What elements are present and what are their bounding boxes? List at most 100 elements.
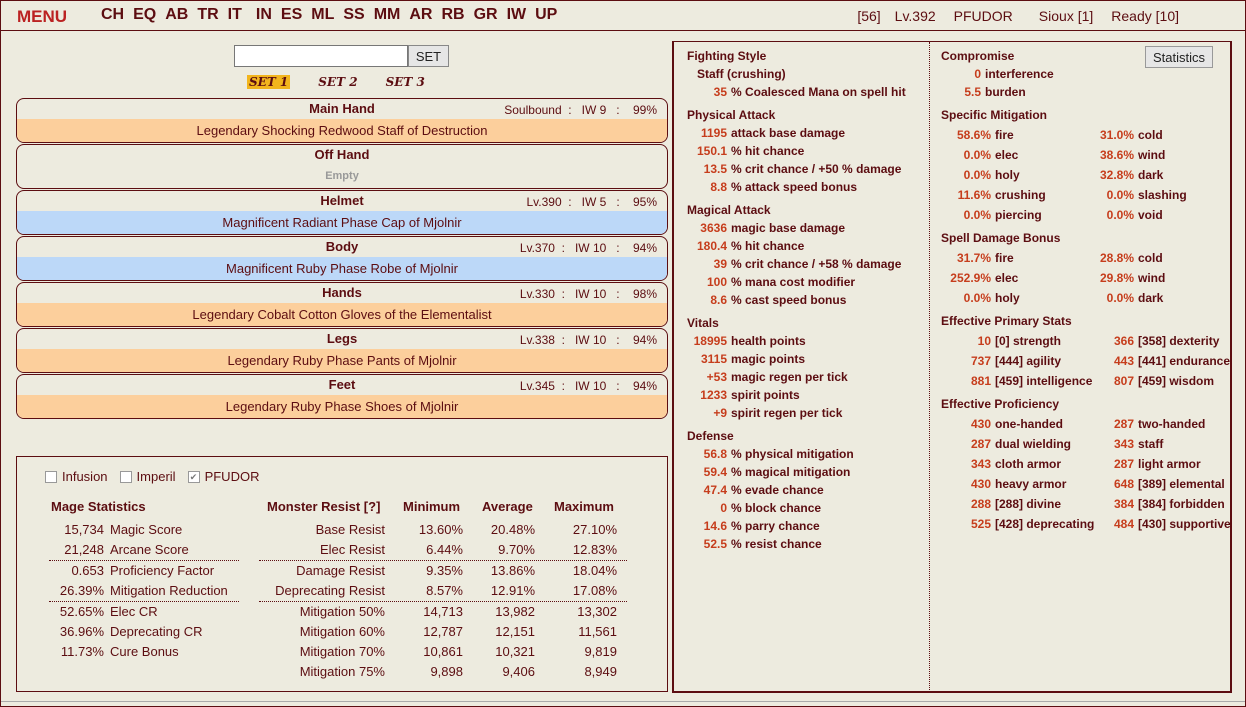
stat-label: % crit chance / +58 % damage [731,257,902,271]
stat-value: 484 [1113,517,1134,531]
stat-line: 11.6% crushing [941,188,1046,202]
nav-ss[interactable]: SS [343,6,364,24]
set-tab-2[interactable]: SET 2 [318,75,357,89]
slot-feet[interactable]: Feet Lv.345 : IW 10 : 94% Legendary Ruby… [16,374,668,419]
slot-off-hand[interactable]: Off Hand Empty [16,144,668,189]
stat-value: 737 [970,354,991,368]
stat-line: 56.8 % physical mitigation [687,447,854,461]
slot-hands[interactable]: Hands Lv.330 : IW 10 : 98% Legendary Cob… [16,282,668,327]
pfudor-label: PFUDOR [204,469,260,484]
set-name-input[interactable] [234,45,408,67]
slot-meta: Lv.345 : IW 10 : 94% [519,379,657,393]
stat-label: burden [985,85,1026,99]
stat-value: 430 [970,417,991,431]
set-button[interactable]: SET [408,45,449,67]
nav-es[interactable]: ES [281,6,302,24]
persona[interactable]: PFUDOR [954,8,1013,24]
imperil-option[interactable]: Imperil [119,469,176,484]
stat-value: 52.5 [703,537,727,551]
slot-helmet[interactable]: Helmet Lv.390 : IW 5 : 95% Magnificent R… [16,190,668,235]
stat-line: 1233 spirit points [687,388,800,402]
stat-label: % crit chance / +50 % damage [731,162,902,176]
nav-gr[interactable]: GR [474,6,498,24]
stat-value: 525 [970,517,991,531]
stat-line: 47.4 % evade chance [687,483,824,497]
slot-item[interactable]: Legendary Ruby Phase Pants of Mjolnir [17,349,667,372]
stat-value: 0.0% [963,291,991,305]
stat-value: 59.4 [703,465,727,479]
stat-value: 3636 [700,221,727,235]
stat-line: 1195 attack base damage [687,126,845,140]
nav-tr[interactable]: TR [197,6,218,24]
stat-label: [430] supportive [1138,517,1231,531]
section-heading: Vitals [687,316,719,330]
nav-ar[interactable]: AR [409,6,432,24]
infusion-option[interactable]: Infusion [45,469,108,484]
mage-stat-row: 52.65% Elec CR [59,604,158,619]
statistics-button[interactable]: Statistics [1145,46,1213,68]
stat-value: 343 [1113,437,1134,451]
stat-value: 8.8 [710,180,727,194]
stat-value: 31.0% [1099,128,1134,142]
slot-body[interactable]: Body Lv.370 : IW 10 : 94% Magnificent Ru… [16,236,668,281]
nav-in[interactable]: IN [256,6,272,24]
slot-meta: Soulbound : IW 9 : 99% [504,103,657,117]
stat-label: [288] divine [995,497,1062,511]
imperil-checkbox[interactable] [119,470,132,483]
monster-resist-heading[interactable]: Monster Resist [?] [267,499,380,514]
stat-label: % Coalesced Mana on spell hit [731,85,906,99]
nav-rb[interactable]: RB [441,6,464,24]
stat-line: 8.8 % attack speed bonus [687,180,857,194]
stat-line: 0.0% dark [1094,291,1164,305]
stat-label: % magical mitigation [731,465,851,479]
set-tab-3[interactable]: SET 3 [386,75,425,89]
stat-label: staff [1138,437,1164,451]
stat-line: 0 % block chance [687,501,821,515]
stat-value: 18995 [693,334,727,348]
stat-line: 287 two-handed [1094,417,1205,431]
stat-label: % hit chance [731,239,805,253]
nav-it[interactable]: IT [228,6,242,24]
stat-line: 0 interference [941,67,1053,81]
slot-item[interactable]: Magnificent Ruby Phase Robe of Mjolnir [17,257,667,280]
nav-ml[interactable]: ML [311,6,334,24]
slot-item[interactable]: Legendary Shocking Redwood Staff of Dest… [17,119,667,142]
resist-row: Mitigation 75% 9,898 9,406 8,949 [299,664,617,679]
stat-line: 100 % mana cost modifier [687,275,855,289]
pfudor-checkbox[interactable]: ✔ [187,470,200,483]
stat-line: 52.5 % resist chance [687,537,822,551]
server[interactable]: Sioux [1] [1039,8,1093,24]
stat-label: [384] forbidden [1138,497,1225,511]
infusion-checkbox[interactable] [45,470,57,483]
pfudor-option[interactable]: ✔ PFUDOR [187,469,260,484]
stat-label: [389] elemental [1138,477,1225,491]
nav-ch[interactable]: CH [101,6,124,24]
slot-legs[interactable]: Legs Lv.338 : IW 10 : 94% Legendary Ruby… [16,328,668,373]
stat-line: 0.0% piercing [941,208,1042,222]
nav-iw[interactable]: IW [507,6,527,24]
stat-value: 1233 [700,388,727,402]
footer-line [1,701,1245,702]
slot-main-hand[interactable]: Main Hand Soulbound : IW 9 : 99% Legenda… [16,98,668,143]
stat-line: 0.0% elec [941,148,1019,162]
nav-ab[interactable]: AB [165,6,188,24]
slot-item[interactable]: Empty [17,165,667,188]
stat-line: 737 [444] agility [941,354,1061,368]
stat-line: 31.0% cold [1094,128,1163,142]
menu-button[interactable]: MENU [17,7,67,27]
set-tab-1[interactable]: SET 1 [247,75,291,89]
stat-value: 287 [970,437,991,451]
stat-value: 807 [1113,374,1134,388]
nav-eq[interactable]: EQ [133,6,156,24]
stat-label: dark [1138,291,1164,305]
stat-label: [441] endurance [1138,354,1231,368]
stat-label: spirit points [731,388,800,402]
nav-mm[interactable]: MM [374,6,401,24]
slot-item[interactable]: Legendary Ruby Phase Shoes of Mjolnir [17,395,667,418]
slot-item[interactable]: Magnificent Radiant Phase Cap of Mjolnir [17,211,667,234]
slot-item[interactable]: Legendary Cobalt Cotton Gloves of the El… [17,303,667,326]
nav-up[interactable]: UP [535,6,557,24]
mage-stat-row: 0.653 Proficiency Factor [71,563,215,578]
stat-label: two-handed [1138,417,1206,431]
stat-line: 384 [384] forbidden [1094,497,1225,511]
